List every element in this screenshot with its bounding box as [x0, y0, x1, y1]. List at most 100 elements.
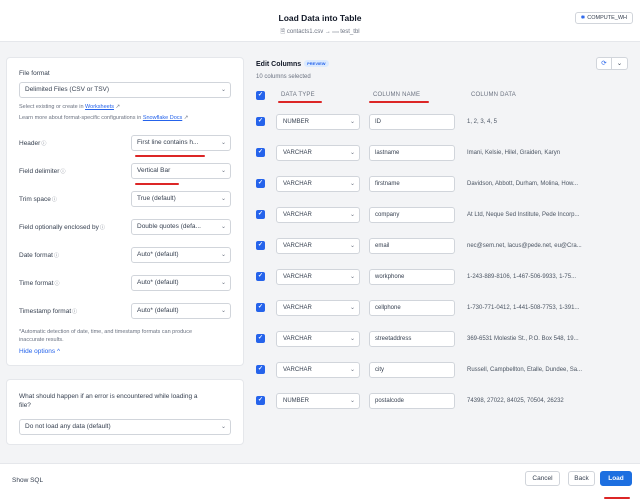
table-icon: ▭	[332, 29, 339, 35]
select-all-checkbox[interactable]: ✓	[256, 91, 265, 100]
data-type-select[interactable]: VARCHAR ⌄	[276, 145, 360, 161]
show-sql-link[interactable]: Show SQL	[12, 477, 43, 484]
chevron-down-icon: ⌄	[220, 224, 226, 230]
time-format-select[interactable]: Auto* (default) ⌄	[131, 275, 231, 291]
enclosed-by-select[interactable]: Double quotes (defa... ⌄	[131, 219, 231, 235]
cancel-button[interactable]: Cancel	[525, 471, 560, 486]
data-type-select[interactable]: VARCHAR ⌄	[276, 300, 360, 316]
chevron-down-icon: ⌄	[616, 60, 623, 67]
header-label: Headerⓘ	[19, 140, 47, 147]
column-name-header: COLUMN NAME	[373, 92, 421, 98]
field-delimiter-select[interactable]: Vertical Bar ⌄	[131, 163, 231, 179]
date-format-select[interactable]: Auto* (default) ⌄	[131, 247, 231, 263]
data-type-select[interactable]: VARCHAR ⌄	[276, 269, 360, 285]
arrow-right-icon: →	[324, 29, 333, 35]
chevron-down-icon: ⌄	[349, 212, 355, 218]
column-name-input[interactable]: firstname	[369, 176, 455, 192]
external-link-icon: ↗	[115, 104, 121, 110]
chevron-down-icon: ⌄	[349, 150, 355, 156]
column-checkbox[interactable]: ✓	[256, 210, 265, 219]
file-to-table-path: 🗎 contacts1.csv → ▭ test_tbl	[0, 27, 640, 37]
data-type-select[interactable]: NUMBER ⌄	[276, 393, 360, 409]
column-name-input[interactable]: city	[369, 362, 455, 378]
data-type-select[interactable]: VARCHAR ⌄	[276, 238, 360, 254]
column-name-input[interactable]: ID	[369, 114, 455, 130]
file-format-label: File format	[19, 70, 50, 77]
load-button[interactable]: Load	[600, 471, 632, 486]
data-type-header: DATA TYPE	[281, 92, 315, 98]
chevron-down-icon: ⌄	[349, 367, 355, 373]
preview-badge: PREVIEW	[304, 60, 329, 67]
column-data-preview: Imani, Kelsie, Hilel, Graiden, Karyn	[467, 150, 561, 156]
column-data-preview: 1, 2, 3, 4, 5	[467, 119, 498, 125]
column-name-input[interactable]: company	[369, 207, 455, 223]
help-circle-icon: ⓘ	[99, 225, 105, 231]
column-checkbox[interactable]: ✓	[256, 303, 265, 312]
column-data-preview: 1-243-889-8106, 1-467-506-9933, 1-75...	[467, 274, 577, 280]
chevron-down-icon: ⌄	[349, 305, 355, 311]
column-checkbox[interactable]: ✓	[256, 148, 265, 157]
date-format-label: Date formatⓘ	[19, 252, 59, 259]
trim-space-select[interactable]: True (default) ⌄	[131, 191, 231, 207]
refresh-button[interactable]: ⟳	[596, 57, 612, 70]
target-table: test_tbl	[340, 29, 360, 35]
help-circle-icon: ⓘ	[41, 141, 47, 147]
chevron-down-icon: ⌄	[220, 140, 226, 146]
column-checkbox[interactable]: ✓	[256, 334, 265, 343]
chevron-down-icon: ⌄	[349, 274, 355, 280]
data-type-select[interactable]: VARCHAR ⌄	[276, 331, 360, 347]
back-button[interactable]: Back	[568, 471, 595, 486]
column-checkbox[interactable]: ✓	[256, 396, 265, 405]
chevron-down-icon: ⌄	[349, 181, 355, 187]
auto-detect-note-2: inaccurate results.	[19, 337, 64, 343]
column-checkbox[interactable]: ✓	[256, 117, 265, 126]
column-name-input[interactable]: workphone	[369, 269, 455, 285]
column-name-input[interactable]: cellphone	[369, 300, 455, 316]
chevron-down-icon: ⌄	[220, 168, 226, 174]
enclosed-by-label: Field optionally enclosed byⓘ	[19, 224, 105, 231]
data-type-select[interactable]: VARCHAR ⌄	[276, 362, 360, 378]
warehouse-name: COMPUTE_WH	[587, 15, 627, 21]
help-circle-icon: ⓘ	[54, 281, 60, 287]
help-text-worksheets: Select existing or create in Worksheets …	[19, 104, 121, 110]
column-name-input[interactable]: lastname	[369, 145, 455, 161]
column-checkbox[interactable]: ✓	[256, 179, 265, 188]
column-data-preview: nec@sem.net, lacus@pede.net, eu@Cra...	[467, 243, 582, 249]
column-data-preview: At Ltd, Neque Sed Institute, Pede Incorp…	[467, 212, 580, 218]
column-name-input[interactable]: postalcode	[369, 393, 455, 409]
dialog-footer: Show SQL Cancel Back Load	[0, 463, 640, 501]
chevron-down-icon: ⌄	[220, 87, 226, 93]
source-file: contacts1.csv	[286, 29, 324, 35]
on-error-select[interactable]: Do not load any data (default) ⌄	[19, 419, 231, 435]
header-select[interactable]: First line contains h... ⌄	[131, 135, 231, 151]
chevron-down-icon: ⌄	[349, 243, 355, 249]
column-data-preview: 369-6531 Molestie St., P.O. Box 548, 19.…	[467, 336, 579, 342]
help-circle-icon: ⓘ	[53, 253, 59, 259]
chevron-down-icon: ⌄	[220, 280, 226, 286]
column-checkbox[interactable]: ✓	[256, 365, 265, 374]
column-checkbox[interactable]: ✓	[256, 241, 265, 250]
data-type-select[interactable]: VARCHAR ⌄	[276, 176, 360, 192]
snowflake-docs-link[interactable]: Snowflake Docs	[143, 115, 182, 121]
data-type-select[interactable]: NUMBER ⌄	[276, 114, 360, 130]
field-delimiter-label: Field delimiterⓘ	[19, 168, 66, 175]
column-name-input[interactable]: email	[369, 238, 455, 254]
auto-detect-note-1: *Automatic detection of date, time, and …	[19, 329, 193, 335]
dialog-title: Load Data into Table	[278, 13, 362, 23]
column-checkbox[interactable]: ✓	[256, 272, 265, 281]
more-options-button[interactable]: ⌄	[612, 57, 628, 70]
chevron-up-icon: ^	[55, 348, 60, 355]
annotation-underline	[278, 101, 322, 103]
timestamp-format-select[interactable]: Auto* (default) ⌄	[131, 303, 231, 319]
data-type-select[interactable]: VARCHAR ⌄	[276, 207, 360, 223]
columns-selected-count: 10 columns selected	[256, 74, 311, 80]
column-name-input[interactable]: streetaddress	[369, 331, 455, 347]
file-icon: 🗎	[280, 29, 286, 35]
hide-options-link[interactable]: Hide options ^	[19, 348, 60, 355]
worksheets-link[interactable]: Worksheets	[85, 104, 114, 110]
file-format-select[interactable]: Delimited Files (CSV or TSV) ⌄	[19, 82, 231, 98]
chevron-down-icon: ⌄	[349, 336, 355, 342]
warehouse-selector[interactable]: ✱ COMPUTE_WH	[574, 12, 633, 24]
annotation-underline	[369, 101, 429, 103]
error-handling-panel: What should happen if an error is encoun…	[6, 379, 244, 445]
